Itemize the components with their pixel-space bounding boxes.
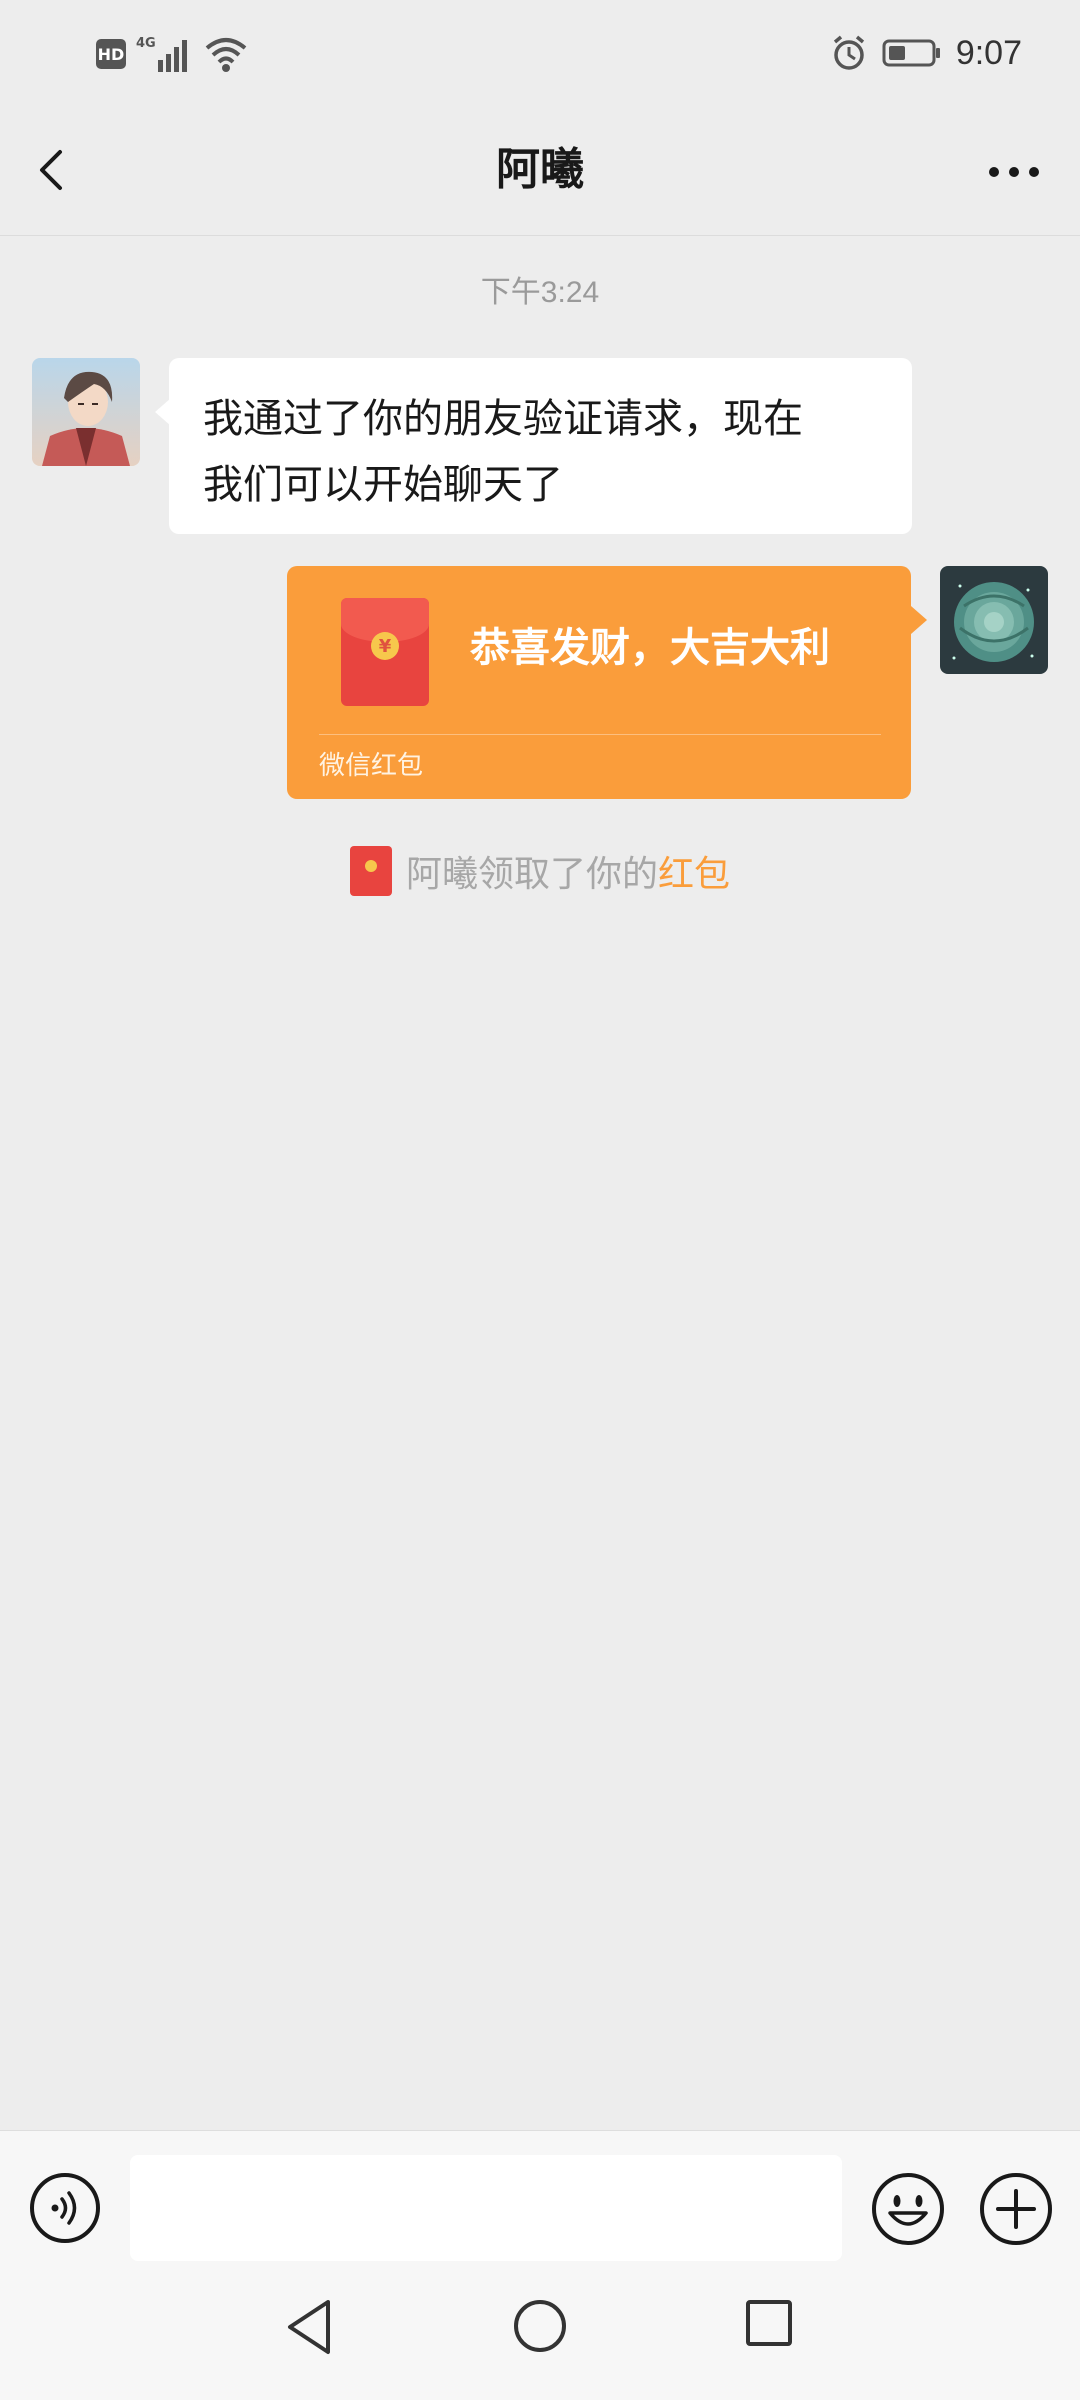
system-notice-text: 阿曦领取了你的 [405, 854, 658, 895]
network-type-label: 4G [136, 36, 156, 51]
red-packet-greeting: 恭喜发财，大吉大利 [470, 625, 830, 671]
red-packet-coin: ¥ [371, 632, 399, 660]
red-packet-link[interactable]: 红包 [658, 854, 730, 895]
system-notice: 阿曦领取了你的红包 [0, 845, 1080, 897]
status-time: 9:07 [955, 33, 1022, 72]
message-timestamp: 下午3:24 [480, 276, 600, 309]
status-bar: HD 4G 9:07 [0, 0, 1080, 104]
message-text-line1: 我通过了你的朋友验证请求，现在 [203, 396, 803, 442]
friend-avatar-image [32, 358, 140, 466]
friend-avatar[interactable] [32, 358, 140, 466]
system-recents-icon[interactable] [744, 2298, 794, 2348]
red-packet-icon: ¥ [341, 598, 429, 706]
red-packet-label: 微信红包 [319, 751, 424, 781]
voice-icon[interactable] [28, 2171, 102, 2245]
wifi-icon [205, 38, 247, 72]
system-navigation-bar [0, 2264, 1080, 2400]
red-packet-small-icon [349, 846, 392, 896]
message-input[interactable] [130, 2155, 842, 2261]
my-avatar[interactable] [940, 566, 1048, 674]
page-title: 阿曦 [496, 144, 584, 195]
emoji-icon[interactable] [870, 2171, 946, 2247]
chat-header: 阿曦 [0, 104, 1080, 236]
status-left-group: HD 4G [96, 32, 248, 76]
battery-icon [882, 39, 940, 67]
plus-icon[interactable] [978, 2171, 1054, 2247]
message-text-line2: 我们可以开始聊天了 [203, 462, 563, 508]
my-avatar-image [940, 566, 1048, 674]
red-packet-divider [319, 734, 881, 735]
signal-icon: 4G [136, 36, 187, 72]
red-packet-message[interactable]: ¥ 恭喜发财，大吉大利 微信红包 [287, 566, 927, 799]
alarm-icon [833, 35, 864, 70]
input-bar [0, 2130, 1080, 2264]
incoming-message-bubble[interactable]: 我通过了你的朋友验证请求，现在 我们可以开始聊天了 [155, 358, 912, 534]
more-dots-icon[interactable] [984, 144, 1044, 200]
system-back-icon[interactable] [282, 2296, 336, 2358]
status-right-group: 9:07 [830, 30, 1022, 76]
chat-message-list[interactable]: 下午3:24 我通过了你的朋友验证请求，现在 我们可以开始聊天了 ¥ 恭喜发财，… [0, 237, 1080, 2130]
system-home-icon[interactable] [510, 2296, 570, 2356]
hd-icon: HD [96, 39, 126, 69]
